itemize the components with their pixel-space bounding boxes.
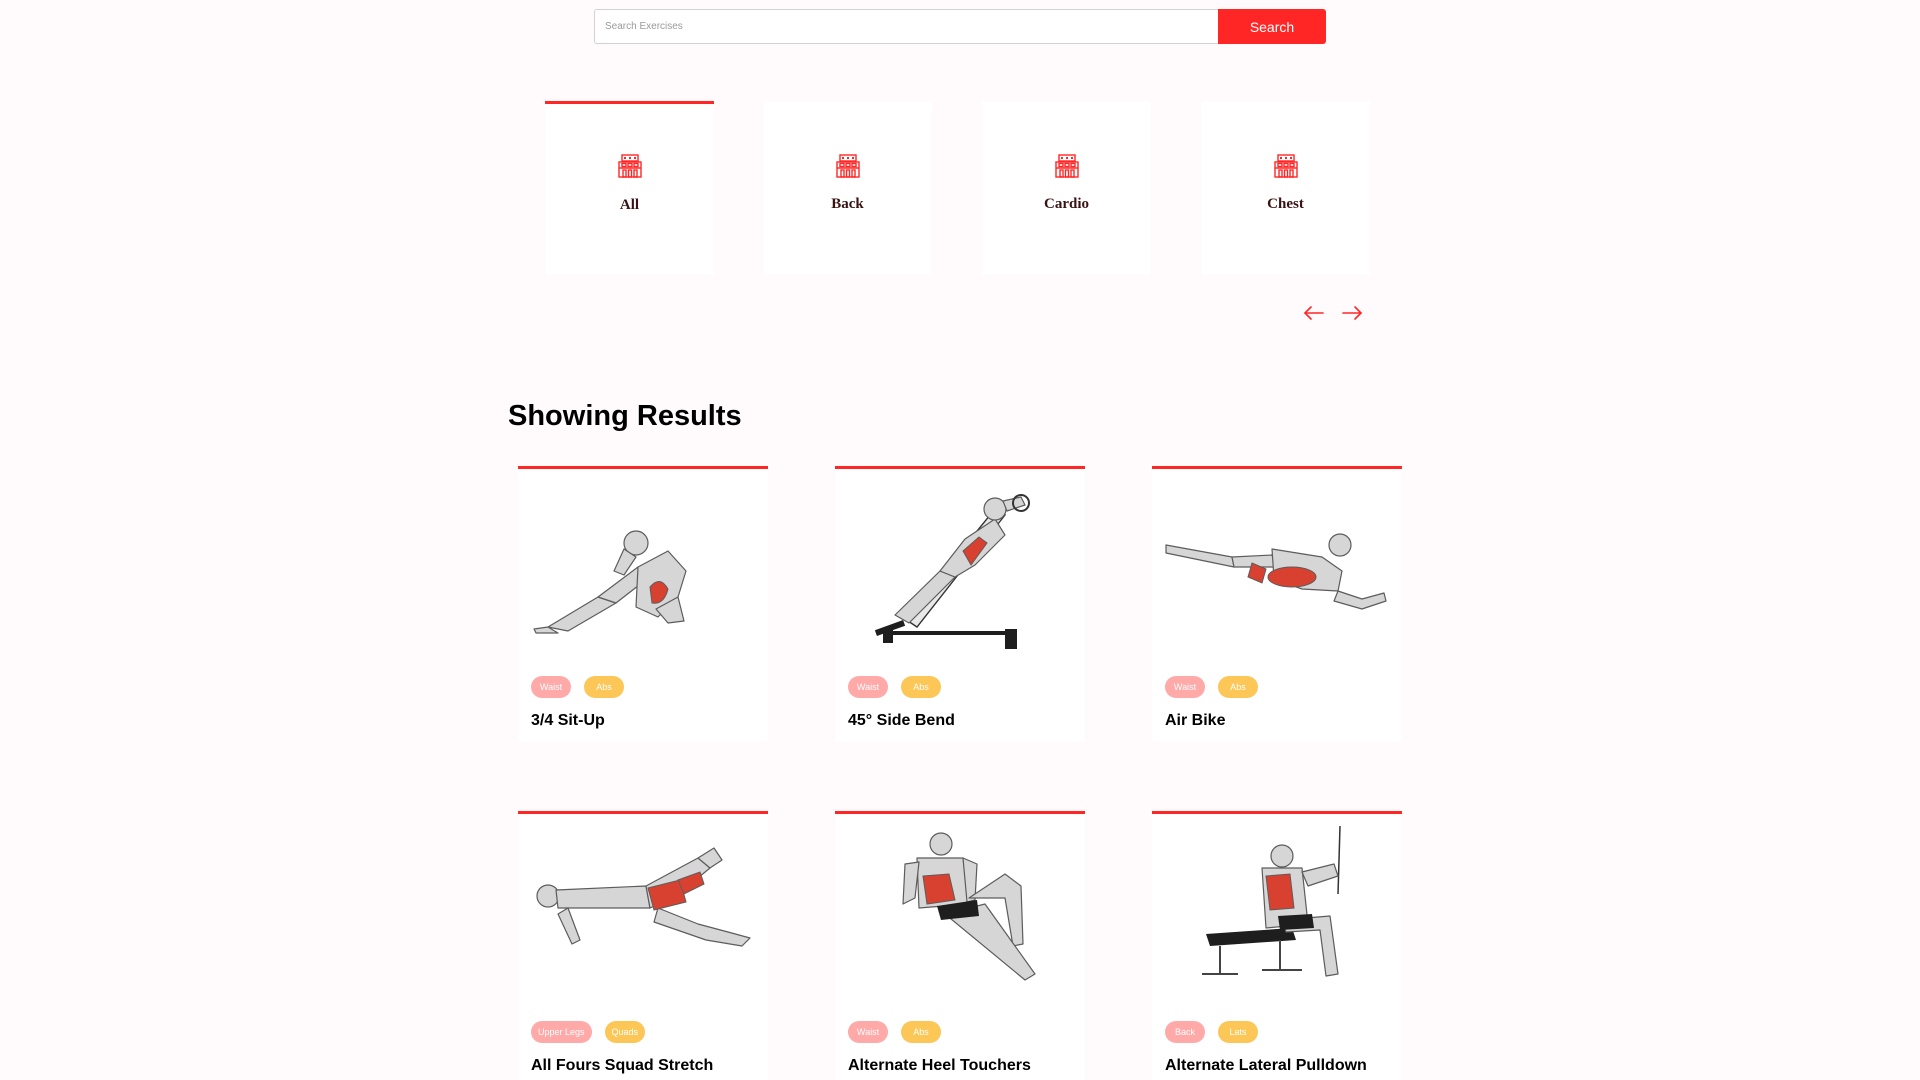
category-card-cardio[interactable]: Cardio bbox=[982, 101, 1151, 275]
exercise-illustration bbox=[533, 530, 687, 634]
target-tag[interactable]: Abs bbox=[1218, 676, 1258, 698]
exercise-illustration bbox=[874, 494, 1030, 649]
target-tag[interactable]: Lats bbox=[1218, 1021, 1258, 1043]
body-part-tag[interactable]: Waist bbox=[531, 676, 571, 698]
exercise-name: Alternate Lateral Pulldown bbox=[1165, 1057, 1367, 1074]
gym-icon bbox=[835, 154, 860, 178]
exercise-card[interactable]: Back Lats Alternate Lateral Pulldown bbox=[1152, 811, 1402, 1080]
exercise-name: All Fours Squad Stretch bbox=[531, 1057, 714, 1074]
body-part-tag[interactable]: Waist bbox=[848, 676, 888, 698]
category-card-all[interactable]: All bbox=[545, 101, 714, 275]
exercise-name: Alternate Heel Touchers bbox=[848, 1057, 1031, 1074]
exercise-card[interactable]: Waist Abs Alternate Heel Touchers bbox=[835, 811, 1085, 1080]
target-tag[interactable]: Abs bbox=[901, 1021, 941, 1043]
gym-icon bbox=[1054, 154, 1079, 178]
exercise-illustration bbox=[1202, 825, 1341, 977]
page: Search All bbox=[0, 0, 1920, 1080]
tag-group: Waist Abs bbox=[1165, 676, 1258, 698]
left-arrow-icon[interactable] bbox=[1302, 301, 1326, 325]
category-label: Cardio bbox=[1044, 196, 1089, 212]
category-label: Chest bbox=[1267, 196, 1304, 212]
target-tag[interactable]: Abs bbox=[901, 676, 941, 698]
exercise-name: 3/4 Sit-Up bbox=[531, 712, 605, 729]
exercise-illustration bbox=[902, 832, 1036, 981]
tag-group: Back Lats bbox=[1165, 1021, 1258, 1043]
exercise-card[interactable]: Waist Abs 45° Side Bend bbox=[835, 466, 1085, 742]
exercise-card[interactable]: Waist Abs Air Bike bbox=[1152, 466, 1402, 742]
category-card-back[interactable]: Back bbox=[763, 101, 932, 275]
category-label: Back bbox=[831, 196, 864, 212]
exercise-illustration bbox=[1165, 533, 1387, 610]
category-label: All bbox=[619, 197, 640, 213]
search-bar: Search bbox=[594, 9, 1326, 44]
tag-group: Waist Abs bbox=[848, 676, 941, 698]
gym-icon bbox=[1273, 154, 1298, 178]
search-button[interactable]: Search bbox=[1218, 9, 1326, 44]
exercise-card[interactable]: Waist Abs 3/4 Sit-Up bbox=[518, 466, 768, 742]
exercise-name: 45° Side Bend bbox=[848, 712, 955, 729]
category-card-chest[interactable]: Chest bbox=[1201, 101, 1370, 275]
tag-group: Waist Abs bbox=[531, 676, 624, 698]
body-part-tag[interactable]: Back bbox=[1165, 1021, 1205, 1043]
results-title: Showing Results bbox=[508, 400, 742, 432]
exercise-illustration bbox=[536, 847, 751, 947]
carousel-arrows bbox=[1302, 301, 1364, 325]
exercise-card[interactable]: Upper Legs Quads All Fours Squad Stretch bbox=[518, 811, 768, 1080]
target-tag[interactable]: Abs bbox=[584, 676, 624, 698]
gym-icon bbox=[617, 154, 642, 178]
right-arrow-icon[interactable] bbox=[1340, 301, 1364, 325]
search-input[interactable] bbox=[594, 9, 1218, 44]
body-part-tag[interactable]: Upper Legs bbox=[531, 1021, 592, 1043]
body-part-tag[interactable]: Waist bbox=[848, 1021, 888, 1043]
target-tag[interactable]: Quads bbox=[604, 1021, 646, 1043]
body-part-tag[interactable]: Waist bbox=[1165, 676, 1205, 698]
exercise-name: Air Bike bbox=[1165, 712, 1226, 729]
tag-group: Waist Abs bbox=[848, 1021, 941, 1043]
tag-group: Upper Legs Quads bbox=[531, 1021, 646, 1043]
